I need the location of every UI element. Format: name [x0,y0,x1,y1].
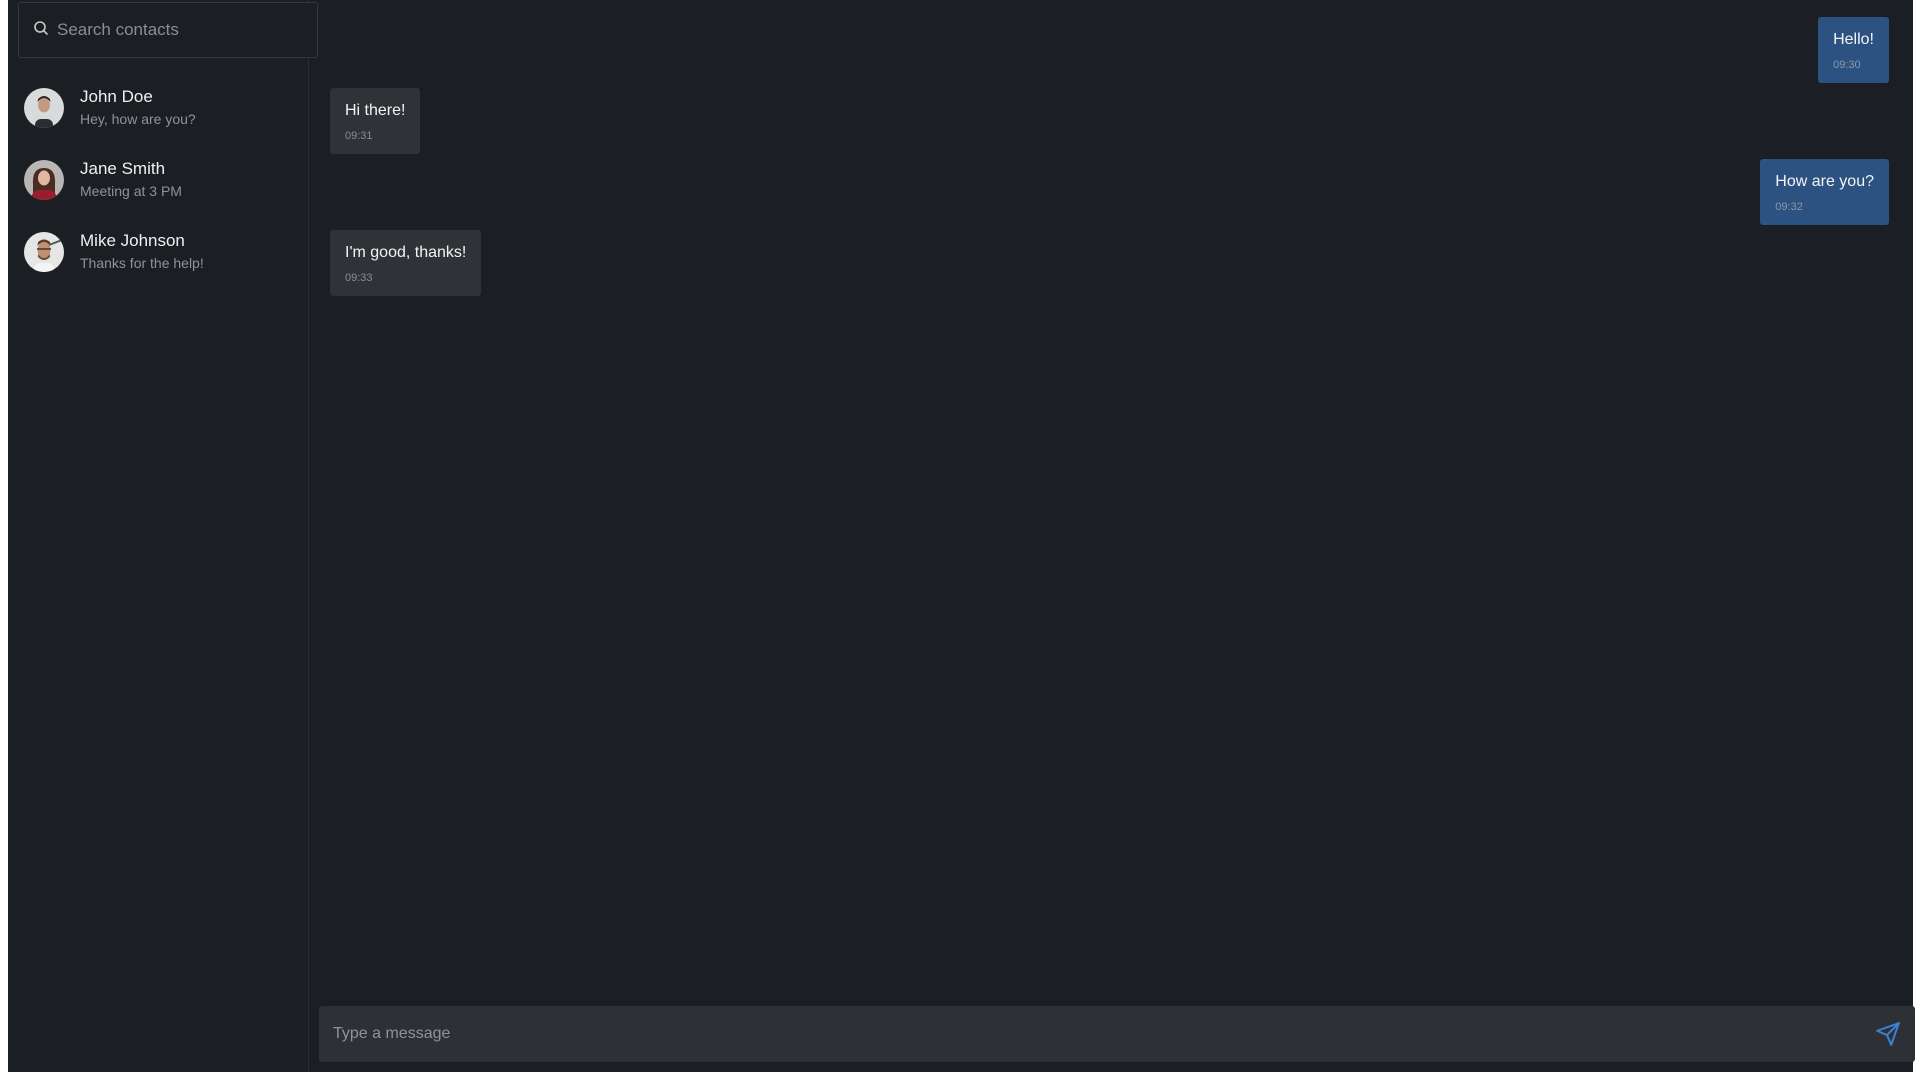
message-input[interactable] [333,1025,1875,1043]
contact-item-john-doe[interactable]: John Doe Hey, how are you? [8,72,308,144]
contact-item-mike-johnson[interactable]: Mike Johnson Thanks for the help! [8,216,308,288]
message-time: 09:32 [1775,201,1803,213]
message-bubble-incoming: I'm good, thanks! 09:33 [330,230,482,296]
message-row: Hi there! 09:31 [330,88,1889,154]
message-time: 09:31 [345,130,373,142]
message-row: Hello! 09:30 [330,17,1889,83]
message-bubble-outgoing: Hello! 09:30 [1818,17,1889,83]
chat-app: John Doe Hey, how are you? Jane Smith Me… [8,0,1915,1072]
message-row: I'm good, thanks! 09:33 [330,230,1889,296]
message-time: 09:33 [345,272,373,284]
message-text: Hi there! [345,102,406,119]
avatar [24,232,64,272]
avatar [24,160,64,200]
contact-preview: Meeting at 3 PM [80,183,182,199]
contact-item-jane-smith[interactable]: Jane Smith Meeting at 3 PM [8,144,308,216]
message-composer [319,1006,1915,1062]
search-box[interactable] [18,2,318,58]
message-time: 09:30 [1833,59,1861,71]
message-text: I'm good, thanks! [345,244,467,261]
contact-preview: Thanks for the help! [80,255,204,271]
message-bubble-outgoing: How are you? 09:32 [1760,159,1889,225]
message-list: Hello! 09:30 Hi there! 09:31 How are you… [309,0,1913,992]
search-icon [33,20,57,41]
contact-name: Jane Smith [80,159,166,178]
search-input[interactable] [57,20,297,40]
contacts-sidebar: John Doe Hey, how are you? Jane Smith Me… [8,0,318,1072]
message-row: How are you? 09:32 [330,159,1889,225]
avatar [24,88,64,128]
message-text: Hello! [1833,31,1874,48]
message-text: How are you? [1775,173,1874,190]
contact-preview: Hey, how are you? [80,111,196,127]
send-icon[interactable] [1875,1021,1901,1047]
chat-panel: Hello! 09:30 Hi there! 09:31 How are you… [309,0,1915,1072]
message-bubble-incoming: Hi there! 09:31 [330,88,421,154]
contact-name: Mike Johnson [80,231,185,250]
contact-list: John Doe Hey, how are you? Jane Smith Me… [8,72,308,288]
contact-name: John Doe [80,87,153,106]
